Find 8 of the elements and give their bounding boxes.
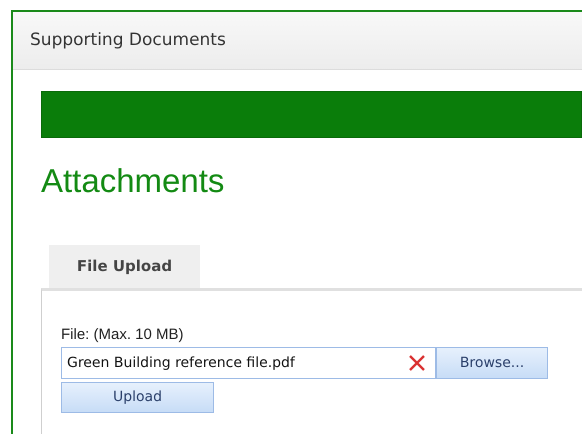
tab[interactable]: File Upload bbox=[49, 245, 200, 288]
field-label: File: (Max. 10 MB) bbox=[61, 325, 185, 345]
file-name-field[interactable]: Green Building reference file.pdf bbox=[61, 347, 436, 379]
upload-button[interactable]: Upload bbox=[61, 382, 214, 413]
page-heading: Attachments bbox=[41, 161, 226, 201]
window-title: Supporting Documents bbox=[30, 28, 226, 52]
clear-icon[interactable] bbox=[408, 354, 426, 372]
browse-button[interactable]: Browse... bbox=[436, 347, 548, 379]
